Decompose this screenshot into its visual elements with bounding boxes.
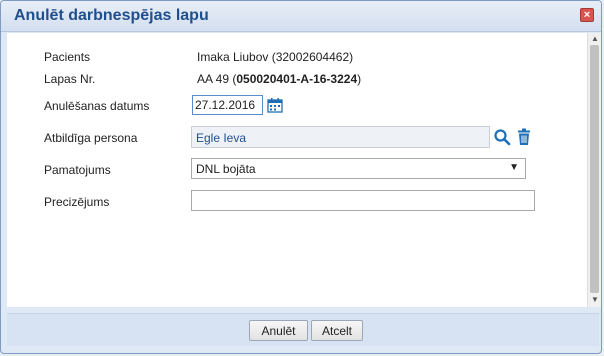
vertical-scrollbar[interactable]: ▲ ▼: [587, 33, 601, 307]
reason-label: Pamatojums: [44, 163, 111, 177]
scroll-thumb[interactable]: [590, 45, 599, 293]
clarification-label: Precizējums: [44, 195, 110, 209]
close-icon[interactable]: ×: [580, 8, 594, 22]
responsible-person-label: Atbildīga persona: [44, 131, 138, 145]
scroll-up-arrow-icon[interactable]: ▲: [589, 34, 601, 44]
trash-icon[interactable]: [516, 128, 532, 146]
patient-value: Imaka Liubov (32002604462): [197, 50, 354, 64]
reason-select[interactable]: DNL bojāta ▼: [191, 158, 526, 179]
responsible-person-field[interactable]: Egle Ieva: [191, 126, 490, 148]
annul-button[interactable]: Anulēt: [249, 320, 308, 341]
patient-label: Pacients: [44, 50, 91, 64]
cancel-sick-leave-dialog: Anulēt darbnespējas lapu × Pacients Imak…: [0, 0, 602, 354]
dialog-footer: Anulēt Atcelt: [7, 313, 599, 346]
annul-date-label: Anulēšanas datums: [44, 99, 150, 113]
cancel-button[interactable]: Atcelt: [311, 320, 363, 341]
dialog-title: Anulēt darbnespējas lapu: [14, 7, 209, 24]
clarification-input[interactable]: [191, 190, 535, 211]
reason-selected-value: DNL bojāta: [196, 162, 256, 176]
sheet-number-label: Lapas Nr.: [44, 72, 96, 86]
sheet-number-suffix: ): [357, 72, 362, 86]
sheet-number-value: AA 49 (050020401-A-16-3224): [197, 72, 361, 86]
dropdown-arrow-icon: ▼: [509, 162, 519, 173]
sheet-number-code: 050020401-A-16-3224: [236, 72, 358, 86]
annul-date-input[interactable]: [192, 95, 263, 115]
scroll-down-arrow-icon[interactable]: ▼: [589, 295, 601, 305]
calendar-icon[interactable]: [267, 97, 283, 113]
sheet-number-prefix: AA 49 (: [197, 72, 237, 86]
search-icon[interactable]: [493, 128, 511, 146]
dialog-titlebar[interactable]: Anulēt darbnespējas lapu ×: [1, 1, 601, 32]
